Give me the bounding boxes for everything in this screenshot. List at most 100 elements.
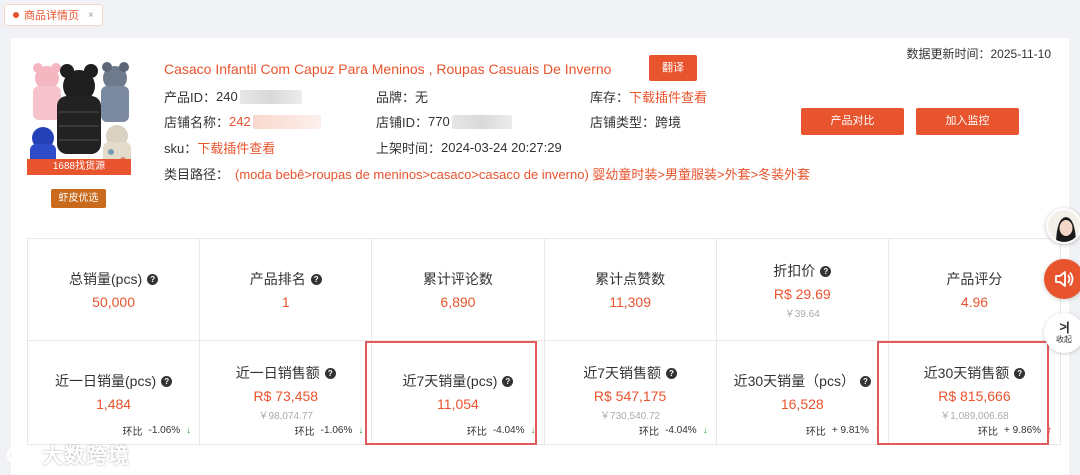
question-circle-icon[interactable]: ? [820, 265, 832, 277]
stat-label-text: 折扣价 [773, 263, 816, 279]
listed-time-label: 上架时间： [376, 141, 442, 156]
close-icon[interactable]: × [88, 10, 94, 21]
stat-label: 累计点赞数 [545, 269, 716, 289]
stat-value: R$ 547,175 [593, 388, 667, 404]
question-circle-icon[interactable]: ? [161, 375, 173, 387]
stat-label: 产品评分 [889, 269, 1060, 289]
sku-field: sku： 下载插件查看 [164, 138, 275, 157]
stat-label-text: 总销量(pcs) [69, 271, 143, 287]
tab-label: 商品详情页 [24, 10, 79, 22]
active-dot-icon [13, 12, 19, 18]
stat-label: 近30天销售额? [889, 363, 1060, 383]
stat-sub-value: ￥39.64 [784, 309, 820, 320]
product-card: 数据更新时间：2025-11-10 1688找货源 虾皮优选 Casaco In [11, 38, 1069, 475]
ring-comparison: 环比 -1.06% ↓ [200, 423, 371, 438]
ring-comparison: 环比 -1.06% ↓ [28, 423, 199, 438]
product-id-value: 240 [216, 89, 238, 104]
stat-value: 16,528 [780, 396, 824, 412]
question-circle-icon[interactable]: ? [147, 273, 159, 285]
redacted-mask [451, 114, 512, 129]
stat-label: 总销量(pcs)? [28, 269, 199, 289]
ring-value: -4.04% [665, 425, 697, 436]
product-id-field: 产品ID： 240 [164, 87, 302, 106]
ring-label: 环比 [805, 427, 826, 438]
add-monitor-button[interactable]: 加入监控 [916, 108, 1019, 135]
arrow-up-icon: ↑ [874, 425, 880, 436]
stat-label-text: 近30天销量（pcs） [733, 373, 855, 389]
source-1688-badge[interactable]: 1688找货源 [27, 159, 131, 175]
stat-cell: 近30天销售额? R$ 815,666 ￥1,089,006.68 环比 + 9.86%… [888, 341, 1062, 445]
question-circle-icon[interactable]: ? [1014, 367, 1026, 379]
sku-download-link[interactable]: 下载插件查看 [197, 138, 275, 157]
translate-button[interactable]: 翻译 [649, 55, 697, 81]
arrow-down-icon: ↓ [702, 425, 708, 436]
question-circle-icon[interactable]: ? [666, 367, 677, 379]
stat-value: 50,000 [92, 294, 135, 310]
stat-cell: 近一日销量(pcs)? 1,484 环比 -1.06% ↓ [28, 341, 201, 445]
stat-label: 近一日销量(pcs)? [28, 371, 199, 391]
listed-time-value: 2024-03-24 20:27:29 [441, 140, 562, 155]
question-circle-icon[interactable]: ? [859, 375, 871, 387]
ring-value: + 9.86% [1004, 425, 1042, 436]
product-title[interactable]: Casaco Infantil Com Capuz Para Meninos ,… [164, 61, 611, 77]
stat-sub-value: ￥98,074.77 [258, 411, 314, 422]
stats-grid: 总销量(pcs)? 50,000 产品排名? 1 累计评论数 6,890 累计点赞数 11,3… [27, 238, 1062, 445]
stock-field: 库存： 下载插件查看 [590, 87, 707, 106]
shopee-choice-badge: 虾皮优选 [51, 189, 106, 208]
collapse-button[interactable]: >| 收起 [1044, 313, 1080, 353]
stat-label-text: 累计点赞数 [595, 271, 666, 287]
assistant-avatar[interactable] [1046, 208, 1080, 244]
redacted-mask [252, 114, 321, 129]
stat-sub-value: ￥730,540.72 [600, 411, 661, 422]
stock-label: 库存： [590, 90, 630, 105]
arrow-down-icon: ↓ [186, 425, 192, 436]
brand-field: 品牌： 无 [376, 87, 428, 106]
stats-row-totals: 总销量(pcs)? 50,000 产品排名? 1 累计评论数 6,890 累计点赞数 11,3… [28, 239, 1062, 341]
ring-value: -1.06% [148, 425, 181, 436]
shop-id-label: 店铺ID： [376, 115, 429, 130]
shop-type-field: 店铺类型： 跨境 [590, 112, 681, 131]
stat-value: 11,054 [437, 396, 479, 412]
category-path-value[interactable]: (moda bebê>roupas de meninos>casaco>casa… [235, 164, 810, 183]
question-circle-icon[interactable]: ? [310, 273, 322, 285]
compare-button[interactable]: 产品对比 [801, 108, 904, 135]
sku-label: sku： [164, 141, 198, 156]
stat-label: 近7天销售额? [545, 363, 716, 383]
speaker-icon[interactable] [1044, 259, 1080, 299]
stat-label-text: 产品评分 [946, 271, 1003, 287]
stat-label: 近30天销量（pcs）? [717, 371, 888, 391]
question-circle-icon[interactable]: ? [502, 375, 514, 387]
ring-value: -1.06% [320, 425, 353, 436]
shop-name-field: 店铺名称： 242 [164, 112, 321, 131]
stock-download-link[interactable]: 下载插件查看 [629, 87, 707, 106]
stat-value: R$ 73,458 [253, 388, 319, 404]
ring-value: -4.04% [492, 425, 525, 436]
listed-time-field: 上架时间： 2024-03-24 20:27:29 [376, 138, 562, 157]
stat-cell: 产品评分 4.96 [888, 239, 1062, 341]
ring-comparison: 环比 -4.04% ↓ [372, 423, 543, 438]
stat-label-text: 累计评论数 [422, 271, 493, 287]
stat-label: 产品排名? [200, 269, 371, 289]
stat-cell: 累计评论数 6,890 [372, 239, 545, 341]
ring-label: 环比 [122, 427, 143, 438]
question-circle-icon[interactable]: ? [324, 367, 336, 379]
stat-cell: 近7天销量(pcs)? 11,054 环比 -4.04% ↓ [372, 341, 545, 445]
stat-value: R$ 29.69 [773, 286, 831, 302]
stat-cell: 近30天销量（pcs）? 16,528 环比 + 9.81% ↑ [716, 341, 889, 445]
stat-label-text: 产品排名 [249, 271, 306, 287]
product-image[interactable] [27, 56, 133, 176]
stats-row-recent: 近一日销量(pcs)? 1,484 环比 -1.06% ↓ 近一日销售额? R$ 73,45… [28, 341, 1062, 445]
stat-cell: 折扣价? R$ 29.69 ￥39.64 [716, 239, 889, 341]
stat-cell: 累计点赞数 11,309 [544, 239, 717, 341]
stat-label: 累计评论数 [372, 269, 543, 289]
category-path-field: 类目路径： (moda bebê>roupas de meninos>casac… [164, 164, 810, 183]
stat-value: 11,309 [609, 294, 651, 310]
shop-name-label: 店铺名称： [164, 115, 230, 130]
tab-product-detail[interactable]: 商品详情页 × [4, 4, 103, 26]
stat-label: 折扣价? [717, 261, 888, 281]
shop-name-value[interactable]: 242 [229, 114, 251, 129]
collapse-icon: >| [1059, 319, 1069, 334]
stat-cell: 产品排名? 1 [200, 239, 373, 341]
stat-cell: 近一日销售额? R$ 73,458 ￥98,074.77 环比 -1.06% ↓ [200, 341, 373, 445]
watermark-logo-icon [6, 446, 36, 464]
